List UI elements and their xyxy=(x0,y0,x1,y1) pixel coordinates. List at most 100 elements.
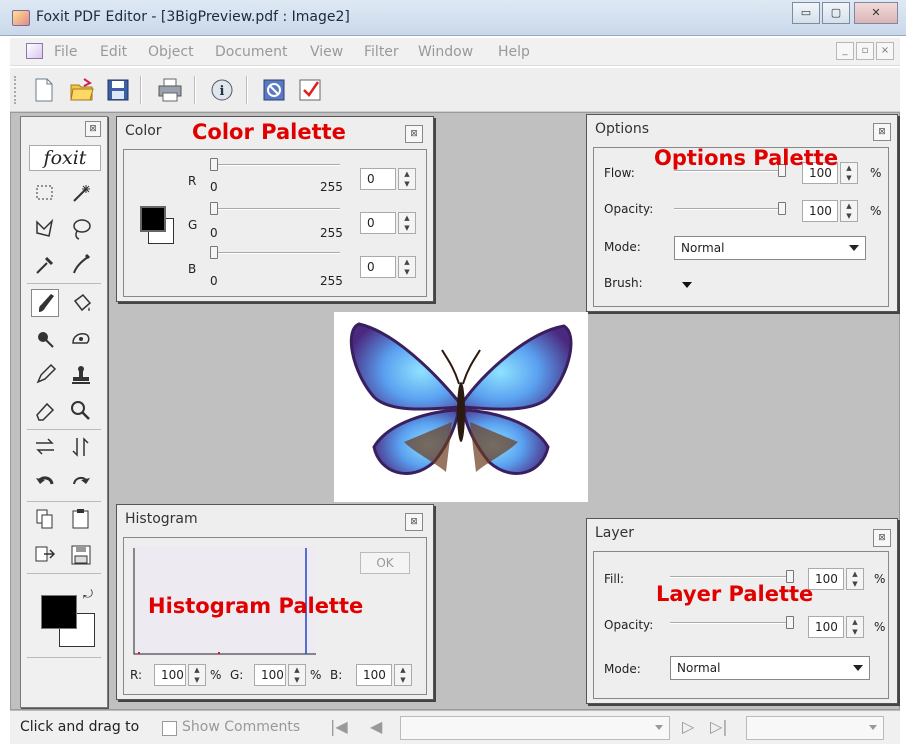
new-document-icon[interactable] xyxy=(30,76,58,104)
mdi-close-button[interactable]: × xyxy=(876,42,894,60)
swap-colors-icon[interactable]: ⤾ xyxy=(83,587,93,602)
hist-r-stepper[interactable]: ▲ ▼ xyxy=(188,664,206,686)
opacity-input[interactable]: 100 xyxy=(802,200,838,222)
paste-icon[interactable] xyxy=(67,505,95,533)
channel-b-thumb[interactable] xyxy=(210,246,218,259)
menu-window[interactable]: Window xyxy=(418,44,473,60)
close-button[interactable]: ✕ xyxy=(854,2,898,24)
menu-object[interactable]: Object xyxy=(148,44,194,60)
mdi-restore-button[interactable]: ▫ xyxy=(856,42,874,60)
mode-select[interactable]: Normal xyxy=(674,236,866,260)
fill-input[interactable]: 100 xyxy=(808,568,844,590)
save-icon[interactable] xyxy=(104,76,132,104)
lasso-icon[interactable] xyxy=(67,215,95,243)
print-icon[interactable] xyxy=(156,76,184,104)
next-page-icon[interactable]: ▷ xyxy=(682,717,694,736)
channel-g-input[interactable]: 0 xyxy=(360,212,396,234)
zoom-icon[interactable] xyxy=(67,397,95,425)
opacity-stepper[interactable]: ▲ ▼ xyxy=(840,200,858,222)
open-folder-icon[interactable] xyxy=(68,76,96,104)
menu-view[interactable]: View xyxy=(310,44,343,60)
dodge-icon[interactable] xyxy=(31,325,59,353)
brush-dropdown-icon[interactable] xyxy=(682,282,692,288)
channel-r-slider[interactable] xyxy=(210,164,340,166)
magic-wand-icon[interactable] xyxy=(67,179,95,207)
options-close-icon[interactable]: ⊠ xyxy=(873,123,891,141)
layer-opacity-stepper[interactable]: ▲ ▼ xyxy=(846,616,864,638)
channel-b-stepper[interactable]: ▲ ▼ xyxy=(398,256,416,278)
pencil-icon[interactable] xyxy=(31,361,59,389)
menu-filter[interactable]: Filter xyxy=(364,44,399,60)
maximize-button[interactable]: ▢ xyxy=(822,2,850,24)
opacity-thumb[interactable] xyxy=(778,202,786,215)
flow-slider[interactable] xyxy=(674,170,784,172)
channel-b-slider[interactable] xyxy=(210,252,340,254)
foreground-color-swatch[interactable] xyxy=(41,595,77,629)
layer-palette-annotation: Layer Palette xyxy=(656,582,814,606)
hist-b-label: B: xyxy=(330,668,343,682)
histogram-close-icon[interactable]: ⊠ xyxy=(405,513,423,531)
prev-page-icon[interactable]: ◀ xyxy=(370,717,382,736)
show-comments-checkbox[interactable] xyxy=(162,721,177,736)
eyedropper-icon[interactable] xyxy=(31,251,59,279)
hist-b-stepper[interactable]: ▲ ▼ xyxy=(394,664,412,686)
flip-horizontal-icon[interactable] xyxy=(31,433,59,461)
channel-g-thumb[interactable] xyxy=(210,202,218,215)
fill-stepper[interactable]: ▲ ▼ xyxy=(846,568,864,590)
channel-g-slider[interactable] xyxy=(210,208,340,210)
layer-opacity-input[interactable]: 100 xyxy=(808,616,844,638)
polygon-lasso-icon[interactable] xyxy=(31,215,59,243)
fill-unit: % xyxy=(874,572,886,586)
hist-r-input[interactable]: 100 xyxy=(154,664,186,686)
eraser-icon[interactable] xyxy=(31,397,59,425)
brush-icon[interactable] xyxy=(31,289,59,317)
color-fg-swatch[interactable] xyxy=(140,206,166,232)
undo-icon[interactable] xyxy=(31,469,59,497)
first-page-icon[interactable]: |◀ xyxy=(330,717,348,736)
flow-stepper[interactable]: ▲ ▼ xyxy=(840,162,858,184)
copy-icon[interactable] xyxy=(31,505,59,533)
last-page-icon[interactable]: ▷| xyxy=(710,717,728,736)
hist-b-input[interactable]: 100 xyxy=(356,664,392,686)
page-number-field[interactable] xyxy=(400,716,670,740)
tools-close-icon[interactable]: ⊠ xyxy=(85,121,101,137)
layer-mode-select[interactable]: Normal xyxy=(670,656,870,680)
menu-help[interactable]: Help xyxy=(498,44,530,60)
rect-select-icon[interactable] xyxy=(31,179,59,207)
layer-close-icon[interactable]: ⊠ xyxy=(873,529,891,547)
flip-vertical-icon[interactable] xyxy=(67,433,95,461)
opacity-slider[interactable] xyxy=(674,208,784,210)
channel-r-stepper[interactable]: ▲ ▼ xyxy=(398,168,416,190)
status-bar: Click and drag to Show Comments |◀ ◀ ▷ ▷… xyxy=(10,710,900,744)
menu-document[interactable]: Document xyxy=(215,44,288,60)
redo-icon[interactable] xyxy=(67,469,95,497)
check-icon[interactable] xyxy=(296,76,324,104)
channel-g-stepper[interactable]: ▲ ▼ xyxy=(398,212,416,234)
color-close-icon[interactable]: ⊠ xyxy=(405,125,423,143)
menu-edit[interactable]: Edit xyxy=(100,44,127,60)
fill-slider[interactable] xyxy=(670,576,794,578)
stop-icon[interactable] xyxy=(260,76,288,104)
mdi-minimize-button[interactable]: _ xyxy=(836,42,854,60)
menu-file[interactable]: File xyxy=(54,44,77,60)
hist-g-input[interactable]: 100 xyxy=(254,664,286,686)
channel-r-thumb[interactable] xyxy=(210,158,218,171)
pen-icon[interactable] xyxy=(67,251,95,279)
brush-label: Brush: xyxy=(604,276,643,290)
channel-b-input[interactable]: 0 xyxy=(360,256,396,278)
hist-g-stepper[interactable]: ▲ ▼ xyxy=(288,664,306,686)
layer-opacity-slider[interactable] xyxy=(670,622,794,624)
save-image-icon[interactable] xyxy=(67,541,95,569)
ok-button[interactable]: OK xyxy=(360,552,410,574)
channel-r-input[interactable]: 0 xyxy=(360,168,396,190)
smudge-icon[interactable] xyxy=(67,325,95,353)
stamp-icon[interactable] xyxy=(67,361,95,389)
zoom-field[interactable] xyxy=(746,716,884,740)
info-icon[interactable]: i xyxy=(208,76,236,104)
paint-bucket-icon[interactable] xyxy=(67,289,95,317)
chevron-down-icon xyxy=(869,725,877,730)
butterfly-image[interactable] xyxy=(334,312,588,502)
import-icon[interactable] xyxy=(31,541,59,569)
layer-opacity-thumb[interactable] xyxy=(786,616,794,629)
minimize-button[interactable]: ▭ xyxy=(792,2,820,24)
